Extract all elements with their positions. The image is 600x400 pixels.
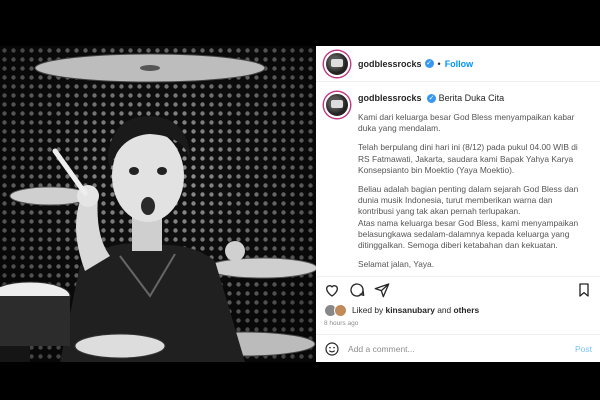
caption-row: godblessrocks ✓ Berita Duka Cita Kami da… (324, 92, 592, 270)
comment-input[interactable] (348, 343, 575, 354)
likes-summary: Liked by kinsanubary and others (316, 302, 600, 318)
liker-username[interactable]: kinsanubary (386, 305, 435, 315)
post-sidebar: godblessrocks ✓ • Follow godblessrocks ✓… (316, 46, 600, 362)
caption-area: godblessrocks ✓ Berita Duka Cita Kami da… (316, 82, 600, 276)
bookmark-icon[interactable] (576, 282, 592, 298)
verified-badge-icon: ✓ (427, 94, 437, 104)
likes-joiner: and (437, 305, 452, 315)
share-send-icon[interactable] (374, 282, 390, 298)
follow-button[interactable]: Follow (445, 59, 474, 69)
caption-paragraph: Selamat jalan, Yaya. (358, 259, 435, 270)
likes-others-link[interactable]: others (454, 305, 480, 315)
caption-title: Berita Duka Cita (438, 93, 505, 103)
comment-bubble-icon[interactable] (349, 282, 365, 298)
caption-paragraph: Kami dari keluarga besar God Bless menya… (358, 112, 575, 134)
likes-text: Liked by kinsanubary and others (352, 305, 479, 315)
action-bar (316, 276, 600, 302)
caption-paragraph: Telah berpulang dini hari ini (8/12) pad… (358, 142, 578, 175)
caption-text: Kami dari keluarga besar God Bless menya… (358, 112, 588, 270)
post-header: godblessrocks ✓ • Follow (316, 46, 600, 82)
caption-body: godblessrocks ✓ Berita Duka Cita Kami da… (358, 92, 588, 270)
drummer-photo-image (0, 46, 316, 362)
like-heart-icon[interactable] (324, 282, 340, 298)
verified-badge-icon: ✓ (424, 59, 434, 68)
header-username[interactable]: godblessrocks (358, 59, 422, 69)
post-comment-button[interactable]: Post (575, 344, 592, 354)
caption-paragraph: Atas nama keluarga besar God Bless, kami… (358, 217, 579, 251)
caption-title-line: godblessrocks ✓ Berita Duka Cita (358, 92, 588, 104)
post-photo[interactable] (0, 46, 316, 362)
separator-dot: • (437, 58, 441, 69)
caption-username[interactable]: godblessrocks (358, 93, 422, 103)
liker-avatar (334, 303, 347, 317)
instagram-post: godblessrocks ✓ • Follow godblessrocks ✓… (0, 46, 600, 362)
likes-prefix: Liked by (352, 305, 384, 315)
profile-avatar[interactable] (324, 50, 350, 77)
caption-paragraph: Beliau adalah bagian penting dalam sejar… (358, 184, 579, 217)
emoji-icon[interactable] (324, 341, 340, 357)
comment-bar: Post (316, 334, 600, 362)
caption-avatar[interactable] (324, 92, 350, 118)
post-timestamp[interactable]: 8 hours ago (316, 318, 600, 330)
